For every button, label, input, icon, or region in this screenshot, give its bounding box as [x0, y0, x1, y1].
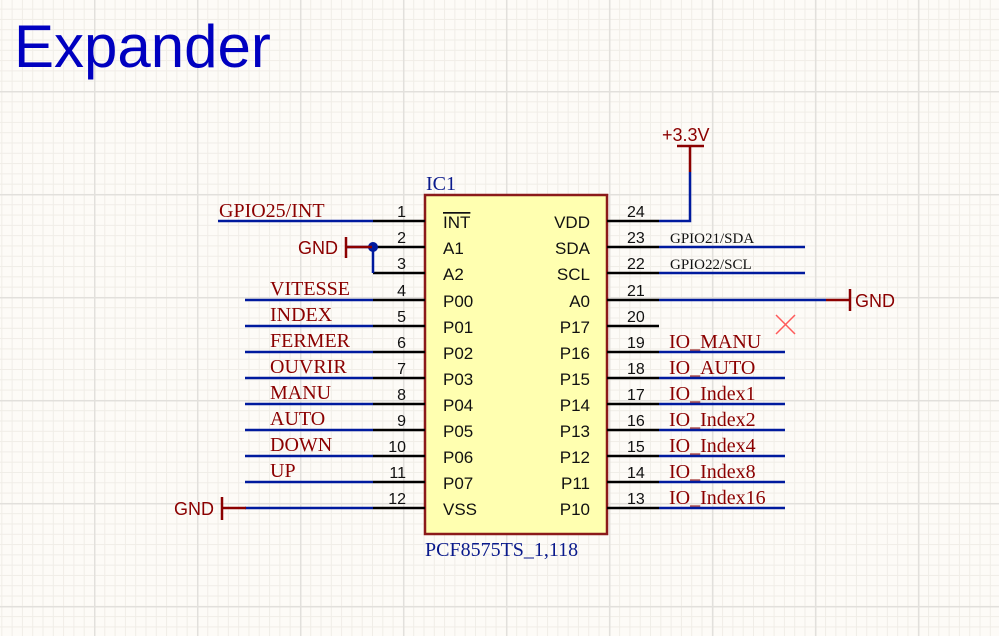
- net-label-sda[interactable]: GPIO21/SDA: [670, 231, 754, 247]
- pin-name: P11: [561, 474, 590, 493]
- pin-number: 14: [627, 465, 645, 482]
- net-label-index[interactable]: INDEX: [270, 304, 333, 326]
- power-port-vcc[interactable]: +3.3V: [662, 125, 710, 145]
- pin-name: VDD: [554, 213, 590, 232]
- pin-name: INT: [443, 213, 470, 232]
- pin-number: 13: [627, 491, 645, 508]
- net-label-io-auto[interactable]: IO_AUTO: [669, 357, 755, 379]
- pin-name: P15: [560, 370, 590, 389]
- pin-number: 4: [397, 283, 406, 300]
- pin-number: 18: [627, 361, 645, 378]
- schematic-canvas[interactable]: Expander IC1 PCF8575TS_1,118 1 INT 2 A1 3 A2 4…: [0, 0, 999, 636]
- pin-name: P05: [443, 422, 473, 441]
- pin-name: SCL: [557, 265, 590, 284]
- pin-name: VSS: [443, 500, 477, 519]
- net-label-io-manu[interactable]: IO_MANU: [669, 331, 762, 353]
- pin-number: 15: [627, 439, 645, 456]
- pin-number: 1: [397, 204, 406, 221]
- net-label-down[interactable]: DOWN: [270, 434, 332, 456]
- no-erc-marker[interactable]: [775, 314, 796, 335]
- pin-name: A2: [443, 265, 464, 284]
- pin-number: 7: [397, 361, 406, 378]
- net-label-io-index8[interactable]: IO_Index8: [669, 461, 756, 483]
- pin-number: 2: [397, 230, 406, 247]
- pin-name: P12: [560, 448, 590, 467]
- pin-number: 20: [627, 309, 645, 326]
- pin-name: P10: [560, 500, 590, 519]
- net-label-io-index4[interactable]: IO_Index4: [669, 435, 756, 457]
- pin-number: 22: [627, 256, 645, 273]
- net-label-io-index16[interactable]: IO_Index16: [669, 487, 766, 509]
- net-label-scl[interactable]: GPIO22/SCL: [670, 257, 752, 273]
- pin-name: A0: [569, 292, 590, 311]
- net-label-up[interactable]: UP: [270, 460, 296, 482]
- power-port-gnd-a0[interactable]: GND: [855, 291, 895, 311]
- pin-name: P00: [443, 292, 473, 311]
- net-label-io-index1[interactable]: IO_Index1: [669, 383, 756, 405]
- pin-name: P02: [443, 344, 473, 363]
- power-port-gnd-vss[interactable]: GND: [174, 499, 214, 519]
- ic1-designator: IC1: [426, 173, 456, 195]
- wire-vdd[interactable]: [659, 172, 692, 223]
- net-label-gpio25[interactable]: GPIO25/INT: [219, 200, 325, 222]
- pin-name: P03: [443, 370, 473, 389]
- pin-number: 9: [397, 413, 406, 430]
- pin-name: A1: [443, 239, 464, 258]
- pin-number: 12: [388, 491, 406, 508]
- pin-name: P01: [443, 318, 473, 337]
- pin-name: P07: [443, 474, 473, 493]
- ic1-comment: PCF8575TS_1,118: [425, 539, 578, 561]
- net-label-ouvrir[interactable]: OUVRIR: [270, 356, 347, 378]
- pin-number: 3: [397, 256, 406, 273]
- pin-name: P17: [560, 318, 590, 337]
- net-label-fermer[interactable]: FERMER: [270, 330, 351, 352]
- pin-number: 8: [397, 387, 406, 404]
- pin-number: 24: [627, 204, 645, 221]
- pin-number: 6: [397, 335, 406, 352]
- pin-number: 17: [627, 387, 645, 404]
- i2c-net-labels: GPIO21/SDA GPIO22/SCL: [670, 231, 754, 273]
- pin-number: 16: [627, 413, 645, 430]
- net-label-vitesse[interactable]: VITESSE: [270, 278, 350, 300]
- pin-number: 11: [389, 465, 406, 482]
- right-net-labels: IO_MANU IO_AUTO IO_Index1 IO_Index2 IO_I…: [669, 331, 766, 509]
- power-port-gnd-a1[interactable]: GND: [298, 238, 338, 258]
- net-label-io-index2[interactable]: IO_Index2: [669, 409, 756, 431]
- pin-name: P06: [443, 448, 473, 467]
- pin-number: 19: [627, 335, 645, 352]
- sheet-title: Expander: [14, 13, 271, 80]
- pin-name: P13: [560, 422, 590, 441]
- pin-number: 5: [397, 309, 406, 326]
- pin-name: SDA: [555, 239, 591, 258]
- pin-number: 10: [388, 439, 406, 456]
- pin-name: P16: [560, 344, 590, 363]
- pin-number: 21: [627, 283, 645, 300]
- pin-number: 23: [627, 230, 645, 247]
- pin-name: P04: [443, 396, 473, 415]
- net-label-manu[interactable]: MANU: [270, 382, 332, 404]
- pin-name: P14: [560, 396, 590, 415]
- net-label-auto[interactable]: AUTO: [270, 408, 325, 430]
